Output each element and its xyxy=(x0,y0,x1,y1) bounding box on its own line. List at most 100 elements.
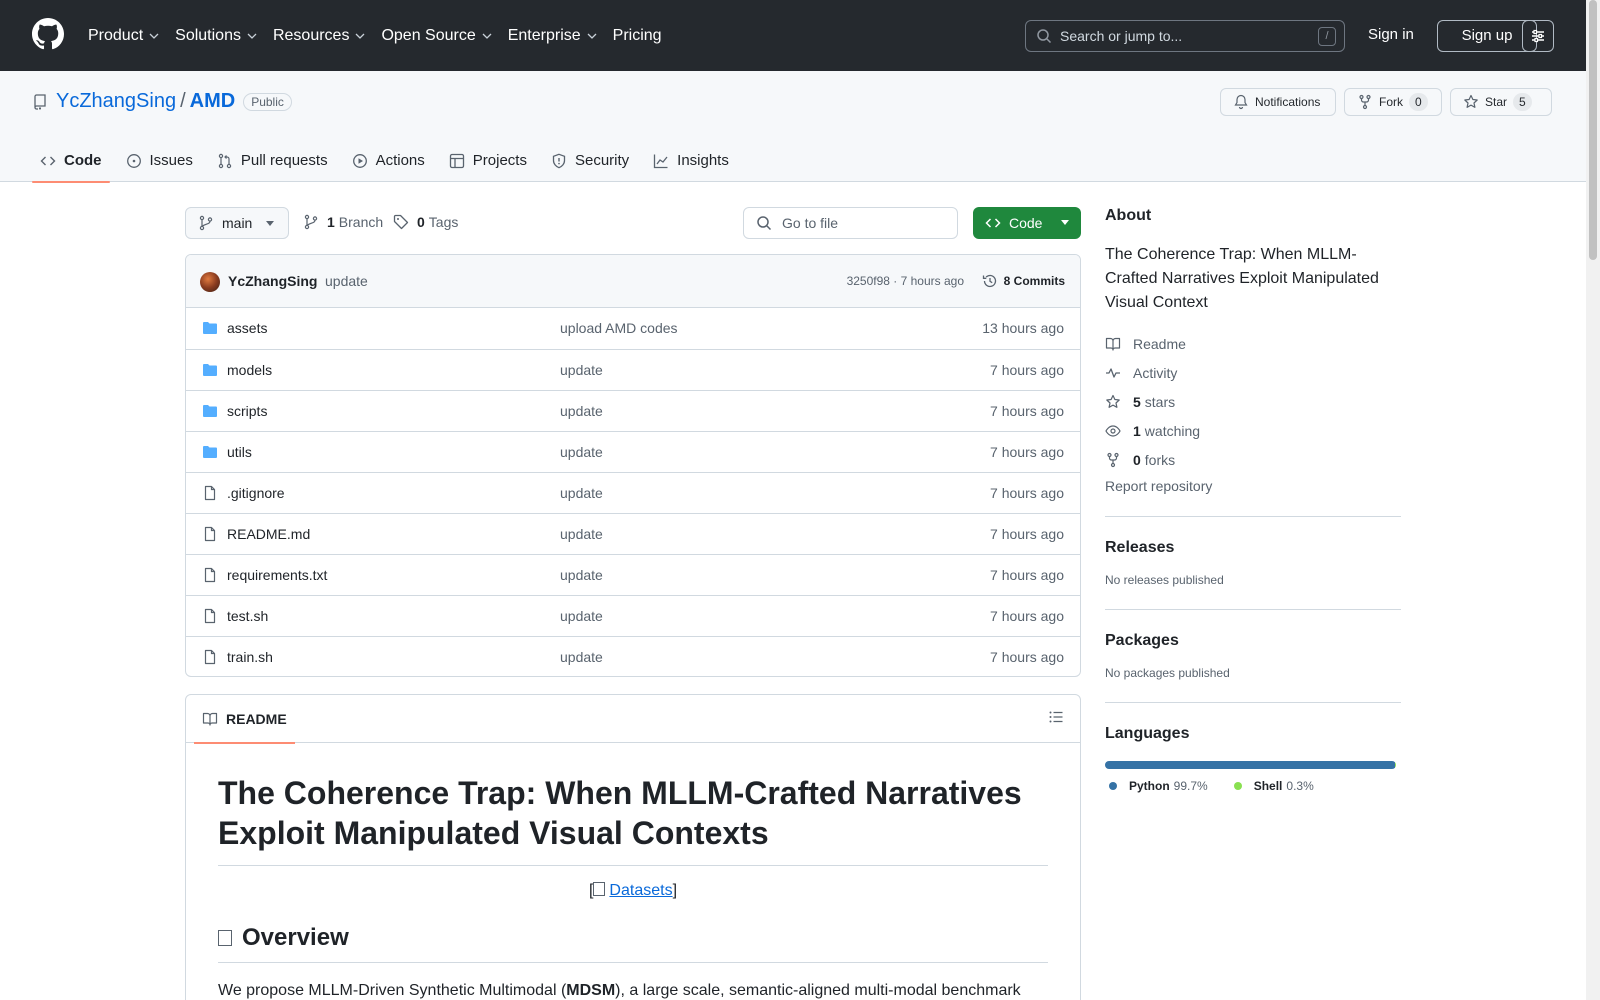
file-name-link[interactable]: README.md xyxy=(227,526,310,542)
fork-label: Fork xyxy=(1379,95,1403,109)
forks-count: 0 xyxy=(1133,451,1141,468)
file-name-link[interactable]: models xyxy=(227,362,272,378)
code-download-button[interactable]: Code xyxy=(973,207,1081,239)
sign-in-link[interactable]: Sign in xyxy=(1368,26,1414,43)
watchers-link[interactable]: 1 watching xyxy=(1105,416,1401,445)
packages-section: Packages No packages published xyxy=(1105,609,1401,680)
nav-enterprise[interactable]: Enterprise xyxy=(508,27,597,45)
star-button[interactable]: Star 5 xyxy=(1450,88,1552,116)
file-row[interactable]: assets upload AMD codes 13 hours ago xyxy=(186,308,1080,349)
search-icon xyxy=(1037,29,1052,44)
file-name-link[interactable]: train.sh xyxy=(227,649,273,665)
file-commit-message-link[interactable]: update xyxy=(560,362,603,378)
file-browser: YcZhangSing update 3250f98 · 7 hours ago… xyxy=(185,254,1081,677)
branch-selector[interactable]: main xyxy=(185,207,289,239)
about-links: Readme Activity 5 stars 1 watching 0 for… xyxy=(1105,329,1401,474)
scrollbar-thumb[interactable] xyxy=(1589,0,1597,260)
file-row[interactable]: .gitignore update 7 hours ago xyxy=(186,472,1080,513)
file-icon xyxy=(204,567,216,583)
avatar[interactable] xyxy=(200,272,220,292)
caret-down-icon xyxy=(266,221,274,226)
repo-owner-link[interactable]: YcZhangSing xyxy=(56,90,176,113)
file-name-link[interactable]: test.sh xyxy=(227,608,268,624)
language-list: Python 99.7% Shell 0.3% xyxy=(1105,779,1401,793)
file-row[interactable]: utils update 7 hours ago xyxy=(186,431,1080,472)
releases-heading[interactable]: Releases xyxy=(1105,539,1401,557)
tag-count-label: Tags xyxy=(428,214,459,230)
overview-text-bold: MDSM xyxy=(566,982,616,999)
language-shell[interactable]: Shell 0.3% xyxy=(1233,779,1314,793)
file-row[interactable]: train.sh update 7 hours ago xyxy=(186,636,1080,676)
nav-product[interactable]: Product xyxy=(88,27,159,45)
tags-link[interactable]: 0 Tags xyxy=(393,214,458,230)
file-row[interactable]: requirements.txt update 7 hours ago xyxy=(186,554,1080,595)
file-commit-time: 7 hours ago xyxy=(990,403,1064,419)
packages-heading[interactable]: Packages xyxy=(1105,632,1401,650)
report-repository-link[interactable]: Report repository xyxy=(1105,478,1401,494)
stars-count: 5 xyxy=(1133,393,1141,410)
file-commit-message-link[interactable]: update xyxy=(560,403,603,419)
language-dot-python xyxy=(1109,782,1117,790)
file-commit-message-link[interactable]: update xyxy=(560,649,603,665)
tab-issues[interactable]: Issues xyxy=(118,139,201,182)
nav-open-source[interactable]: Open Source xyxy=(381,27,492,45)
file-commit-message-link[interactable]: update xyxy=(560,485,603,501)
tab-security[interactable]: Security xyxy=(543,139,637,182)
commit-message-link[interactable]: update xyxy=(325,273,368,289)
notifications-button[interactable]: Notifications xyxy=(1220,88,1336,116)
file-commit-message-link[interactable]: update xyxy=(560,567,603,583)
tab-label: Pull requests xyxy=(240,152,328,169)
nav-solutions[interactable]: Solutions xyxy=(175,27,257,45)
file-commit-message-link[interactable]: update xyxy=(560,526,603,542)
bell-icon xyxy=(1234,94,1248,110)
file-row[interactable]: README.md update 7 hours ago xyxy=(186,513,1080,554)
commit-author-link[interactable]: YcZhangSing xyxy=(228,273,317,289)
readme-panel: README The Coherence Trap: When MLLM-Cra… xyxy=(185,694,1081,1000)
readme-tab[interactable]: README xyxy=(194,695,295,744)
nav-pricing[interactable]: Pricing xyxy=(613,27,662,45)
search-input[interactable]: Search or jump to... / xyxy=(1025,20,1345,52)
file-commit-message-link[interactable]: update xyxy=(560,608,603,624)
fork-button[interactable]: Fork 0 xyxy=(1344,88,1442,116)
file-row[interactable]: scripts update 7 hours ago xyxy=(186,390,1080,431)
activity-link[interactable]: Activity xyxy=(1105,358,1401,387)
file-row[interactable]: test.sh update 7 hours ago xyxy=(186,595,1080,636)
file-name-link[interactable]: .gitignore xyxy=(227,485,285,501)
forks-link[interactable]: 0 forks xyxy=(1105,445,1401,474)
file-commit-message-link[interactable]: upload AMD codes xyxy=(560,320,678,336)
tab-insights[interactable]: Insights xyxy=(645,139,737,182)
file-commit-message-link[interactable]: update xyxy=(560,444,603,460)
repo-name-link[interactable]: AMD xyxy=(190,90,236,113)
about-description: The Coherence Trap: When MLLM-Crafted Na… xyxy=(1105,246,1379,311)
file-row[interactable]: models update 7 hours ago xyxy=(186,349,1080,390)
file-name-link[interactable]: utils xyxy=(227,444,252,460)
table-icon xyxy=(449,153,464,168)
language-python[interactable]: Python 99.7% xyxy=(1109,779,1208,793)
file-name-link[interactable]: assets xyxy=(227,320,267,336)
file-commit-time: 7 hours ago xyxy=(990,608,1064,624)
nav-resources[interactable]: Resources xyxy=(273,27,365,45)
commit-hash-time[interactable]: 3250f98 · 7 hours ago xyxy=(847,274,964,288)
pulse-icon xyxy=(1106,367,1120,378)
appearance-settings-button[interactable] xyxy=(1522,20,1554,52)
eye-icon xyxy=(1105,424,1121,437)
tab-actions[interactable]: Actions xyxy=(344,139,433,182)
readme-link[interactable]: Readme xyxy=(1105,329,1401,358)
file-name-link[interactable]: scripts xyxy=(227,403,267,419)
github-logo-icon[interactable] xyxy=(32,18,64,50)
readme-title: The Coherence Trap: When MLLM-Crafted Na… xyxy=(218,773,1048,866)
tab-code[interactable]: Code xyxy=(32,139,110,183)
tab-projects[interactable]: Projects xyxy=(441,139,535,182)
tab-pull-requests[interactable]: Pull requests xyxy=(209,139,336,182)
commits-history-link[interactable]: 8 Commits xyxy=(982,273,1065,289)
list-unordered-icon[interactable] xyxy=(1048,709,1064,725)
file-name-link[interactable]: requirements.txt xyxy=(227,567,327,583)
go-to-file-input[interactable]: Go to file xyxy=(743,207,958,239)
stars-link[interactable]: 5 stars xyxy=(1105,387,1401,416)
fork-icon xyxy=(1359,94,1371,110)
datasets-link[interactable]: Datasets xyxy=(593,882,673,899)
file-commit-time: 7 hours ago xyxy=(990,649,1064,665)
file-icon xyxy=(204,526,216,542)
branches-link[interactable]: 1 Branch xyxy=(303,214,383,230)
language-bar-python xyxy=(1105,761,1396,769)
